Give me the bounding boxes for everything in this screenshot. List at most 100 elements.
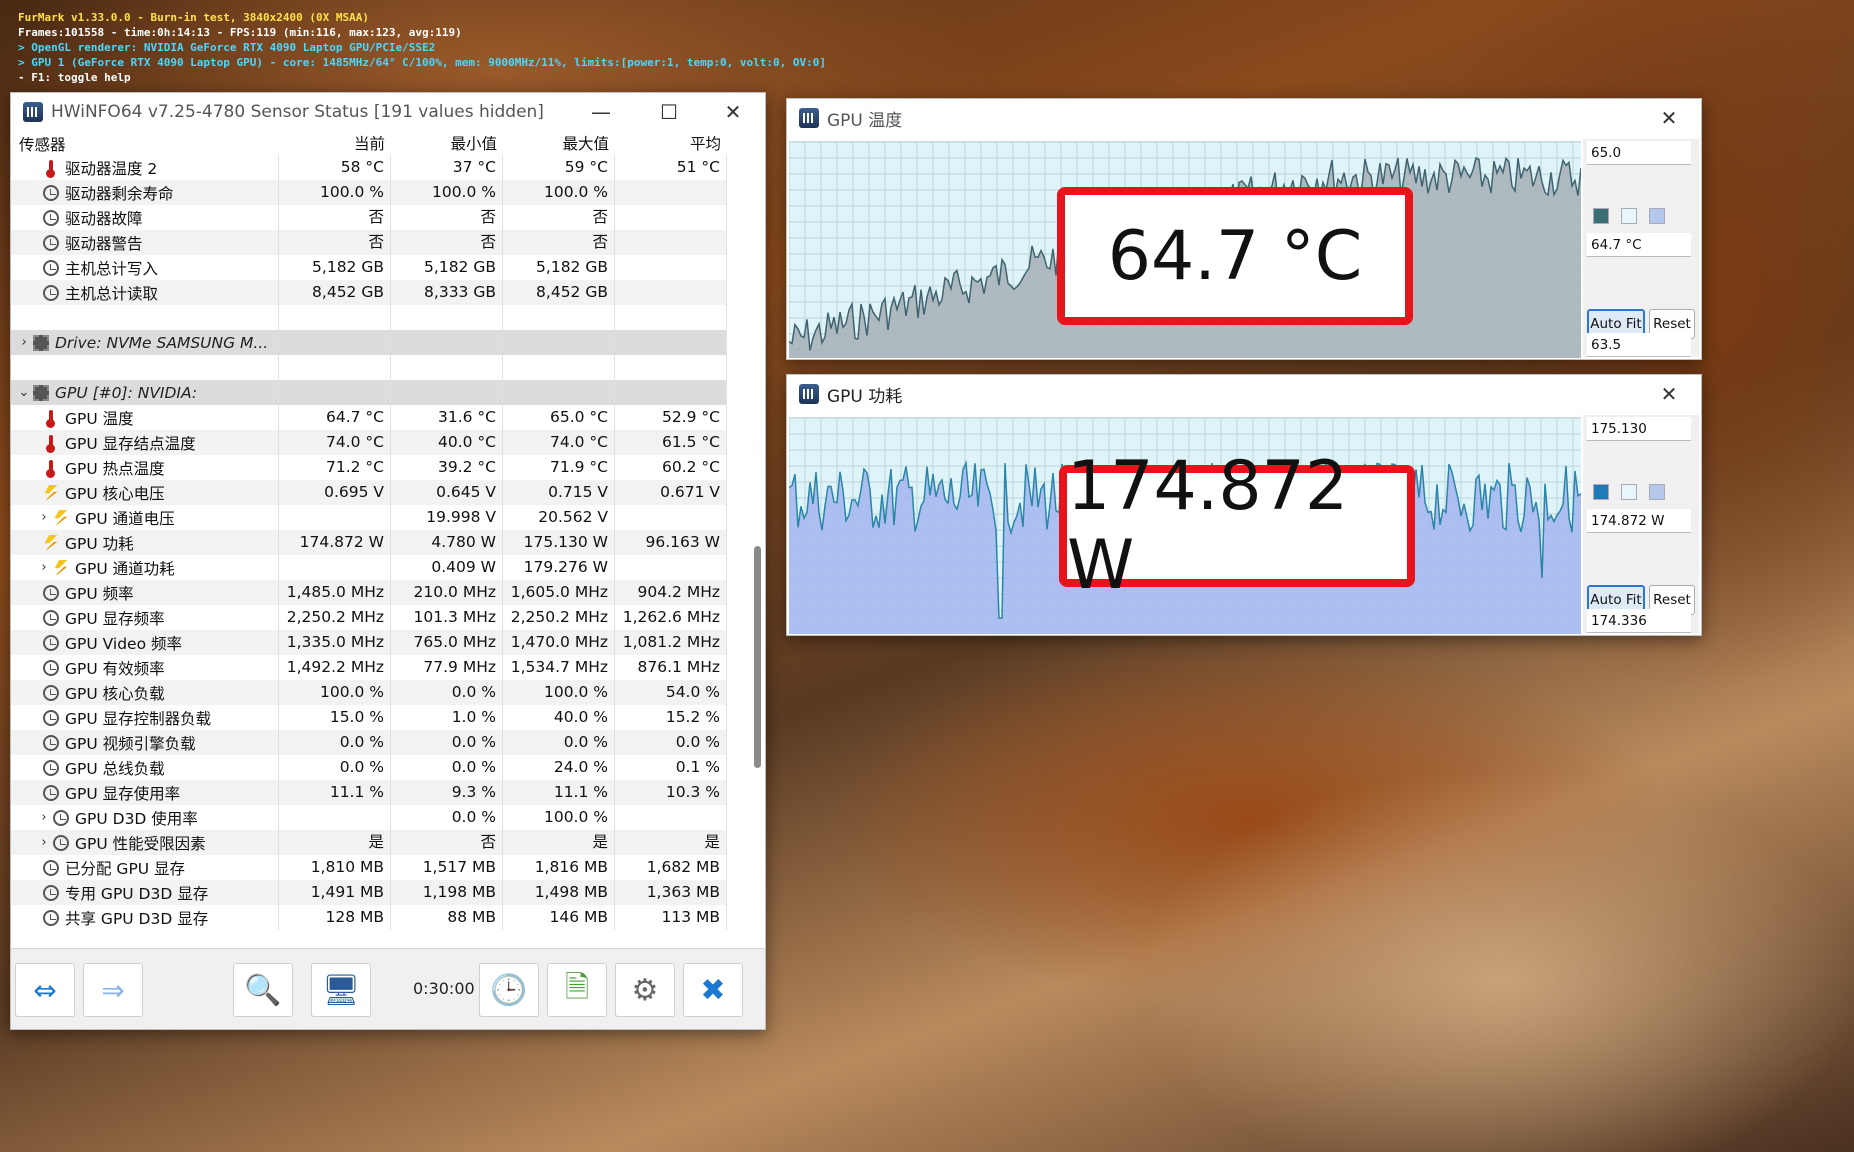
table-row[interactable] bbox=[11, 355, 727, 380]
max-value: 20.562 V bbox=[503, 505, 615, 530]
expand-chevron-icon[interactable]: › bbox=[15, 335, 33, 350]
table-row[interactable]: 驱动器剩余寿命 100.0 % 100.0 % 100.0 % bbox=[11, 180, 727, 205]
avg-value: 904.2 MHz bbox=[615, 580, 727, 605]
avg-value bbox=[615, 230, 727, 255]
expand-chevron-icon[interactable]: › bbox=[35, 810, 53, 825]
background-color-swatch[interactable] bbox=[1621, 208, 1637, 224]
table-row[interactable]: 已分配 GPU 显存 1,810 MB 1,517 MB 1,816 MB 1,682 … bbox=[11, 855, 727, 880]
table-row[interactable]: GPU 显存使用率 11.1 % 9.3 % 11.1 % 10.3 % bbox=[11, 780, 727, 805]
close-icon[interactable]: ✕ bbox=[1639, 375, 1699, 413]
gauge-icon bbox=[43, 909, 59, 926]
table-row[interactable]: 专用 GPU D3D 显存 1,491 MB 1,198 MB 1,498 MB 1,3… bbox=[11, 880, 727, 905]
thermometer-icon bbox=[43, 434, 59, 453]
column-header-sensor[interactable]: 传感器 bbox=[11, 133, 279, 155]
table-row[interactable] bbox=[11, 305, 727, 330]
maximize-icon[interactable]: ☐ bbox=[639, 93, 699, 131]
thermometer-icon bbox=[43, 459, 59, 478]
max-value bbox=[503, 380, 615, 405]
table-row[interactable]: GPU 显存频率 2,250.2 MHz 101.3 MHz 2,250.2 MHz 1… bbox=[11, 605, 727, 630]
expand-chevron-icon[interactable]: ⌄ bbox=[15, 385, 33, 400]
sensor-label: GPU 温度 bbox=[65, 409, 134, 428]
series-color-swatch[interactable] bbox=[1593, 208, 1609, 224]
gauge-icon bbox=[43, 284, 59, 301]
current-value: 15.0 % bbox=[279, 705, 391, 730]
table-row[interactable]: GPU 显存结点温度 74.0 °C 40.0 °C 74.0 °C 61.5 °C bbox=[11, 430, 727, 455]
table-row[interactable]: › GPU 性能受限因素是否是是 bbox=[11, 830, 727, 855]
max-value: 0.715 V bbox=[503, 480, 615, 505]
table-row[interactable]: 驱动器温度 2 58 °C 37 °C 59 °C 51 °C bbox=[11, 155, 727, 180]
minimize-icon[interactable]: — bbox=[571, 93, 631, 131]
gpu-power-titlebar[interactable]: GPU 功耗 ✕ bbox=[787, 375, 1701, 413]
max-value: 59 °C bbox=[503, 155, 615, 180]
table-row[interactable]: GPU 总线负载 0.0 % 0.0 % 24.0 % 0.1 % bbox=[11, 755, 727, 780]
current-value bbox=[279, 305, 391, 330]
add-log-icon[interactable]: 🗎 bbox=[547, 963, 607, 1017]
table-row[interactable]: 主机总计写入 5,182 GB 5,182 GB 5,182 GB bbox=[11, 255, 727, 280]
gauge-icon bbox=[43, 609, 59, 626]
table-row[interactable]: GPU 功耗 174.872 W 4.780 W 175.130 W 96.163 W bbox=[11, 530, 727, 555]
table-row[interactable]: 驱动器警告否否否 bbox=[11, 230, 727, 255]
close-sensors-icon[interactable]: ✖ bbox=[683, 963, 743, 1017]
sensor-group-row[interactable]: › Drive: NVMe SAMSUNG M... bbox=[11, 330, 727, 355]
network-monitor-icon[interactable]: 🖥 bbox=[311, 963, 371, 1017]
expand-chevron-icon[interactable]: › bbox=[35, 560, 53, 575]
sensor-name-cell: GPU 功耗 bbox=[11, 530, 279, 555]
table-row[interactable]: 主机总计读取 8,452 GB 8,333 GB 8,452 GB bbox=[11, 280, 727, 305]
table-row[interactable]: GPU Video 频率 1,335.0 MHz 765.0 MHz 1,470.0 … bbox=[11, 630, 727, 655]
sensor-name-cell: GPU 显存控制器负载 bbox=[11, 705, 279, 730]
sensor-search-icon[interactable]: 🔍 bbox=[233, 963, 293, 1017]
table-row[interactable]: GPU 视频引擎负载 0.0 % 0.0 % 0.0 % 0.0 % bbox=[11, 730, 727, 755]
settings-gear-icon[interactable]: ⚙ bbox=[615, 963, 675, 1017]
table-row[interactable]: › GPU 通道电压 19.998 V 20.562 V bbox=[11, 505, 727, 530]
table-row[interactable]: GPU 温度 64.7 °C 31.6 °C 65.0 °C 52.9 °C bbox=[11, 405, 727, 430]
table-row[interactable]: GPU 有效频率 1,492.2 MHz 77.9 MHz 1,534.7 MHz 87… bbox=[11, 655, 727, 680]
sensor-name-cell bbox=[11, 305, 279, 330]
current-value: 否 bbox=[279, 230, 391, 255]
close-icon[interactable]: ✕ bbox=[1639, 99, 1699, 137]
avg-value: 1,262.6 MHz bbox=[615, 605, 727, 630]
close-icon[interactable]: ✕ bbox=[703, 93, 763, 131]
fill-color-swatch[interactable] bbox=[1649, 208, 1665, 224]
background-color-swatch[interactable] bbox=[1621, 484, 1637, 500]
sensor-name-cell: 驱动器温度 2 bbox=[11, 155, 279, 180]
gpu-temp-titlebar[interactable]: GPU 温度 ✕ bbox=[787, 99, 1701, 137]
column-header-avg[interactable]: 平均 bbox=[615, 133, 727, 155]
table-row[interactable]: 驱动器故障否否否 bbox=[11, 205, 727, 230]
table-row[interactable]: 共享 GPU D3D 显存 128 MB 88 MB 146 MB 113 MB bbox=[11, 905, 727, 930]
gauge-icon bbox=[43, 209, 59, 226]
nav-arrows-icon[interactable]: ⇔ bbox=[15, 963, 75, 1017]
sensor-group-row[interactable]: ⌄ GPU [#0]: NVIDIA: bbox=[11, 380, 727, 405]
column-header-current[interactable]: 当前 bbox=[279, 133, 391, 155]
max-value: 175.130 W bbox=[503, 530, 615, 555]
expand-chevron-icon[interactable]: › bbox=[35, 510, 53, 525]
series-color-swatch[interactable] bbox=[1593, 484, 1609, 500]
current-value: 100.0 % bbox=[279, 180, 391, 205]
table-row[interactable]: GPU 热点温度 71.2 °C 39.2 °C 71.9 °C 60.2 °C bbox=[11, 455, 727, 480]
table-row[interactable]: › GPU D3D 使用率 0.0 % 100.0 % bbox=[11, 805, 727, 830]
table-row[interactable]: GPU 核心负载 100.0 % 0.0 % 100.0 % 54.0 % bbox=[11, 680, 727, 705]
table-row[interactable]: GPU 频率 1,485.0 MHz 210.0 MHz 1,605.0 MHz 904… bbox=[11, 580, 727, 605]
table-row[interactable]: › GPU 通道功耗 0.409 W 179.276 W bbox=[11, 555, 727, 580]
graph-max-value: 65.0 bbox=[1587, 141, 1691, 165]
gauge-icon bbox=[43, 884, 59, 901]
sensor-name-cell: › Drive: NVMe SAMSUNG M... bbox=[11, 330, 279, 355]
sensor-label: 驱动器温度 2 bbox=[65, 159, 158, 178]
sensor-label: 驱动器故障 bbox=[65, 209, 143, 228]
clock-icon[interactable]: 🕒 bbox=[479, 963, 539, 1017]
sensor-label: GPU [#0]: NVIDIA: bbox=[55, 383, 198, 402]
hwinfo-titlebar[interactable]: HWiNFO64 v7.25-4780 Sensor Status [191 v… bbox=[11, 93, 765, 131]
table-row[interactable]: GPU 核心电压 0.695 V 0.645 V 0.715 V 0.671 V bbox=[11, 480, 727, 505]
min-value: 否 bbox=[391, 230, 503, 255]
scrollbar-thumb[interactable] bbox=[754, 546, 761, 768]
vertical-scrollbar[interactable] bbox=[752, 228, 762, 1028]
expand-chevron-icon[interactable]: › bbox=[35, 835, 53, 850]
current-value: 128 MB bbox=[279, 905, 391, 930]
nav-arrows-collapse-icon[interactable]: ⇒ bbox=[83, 963, 143, 1017]
fill-color-swatch[interactable] bbox=[1649, 484, 1665, 500]
table-row[interactable]: GPU 显存控制器负载 15.0 % 1.0 % 40.0 % 15.2 % bbox=[11, 705, 727, 730]
max-value: 8,452 GB bbox=[503, 280, 615, 305]
current-value: 2,250.2 MHz bbox=[279, 605, 391, 630]
column-header-max[interactable]: 最大值 bbox=[503, 133, 615, 155]
sensor-label: GPU 核心负载 bbox=[65, 684, 165, 703]
column-header-min[interactable]: 最小值 bbox=[391, 133, 503, 155]
